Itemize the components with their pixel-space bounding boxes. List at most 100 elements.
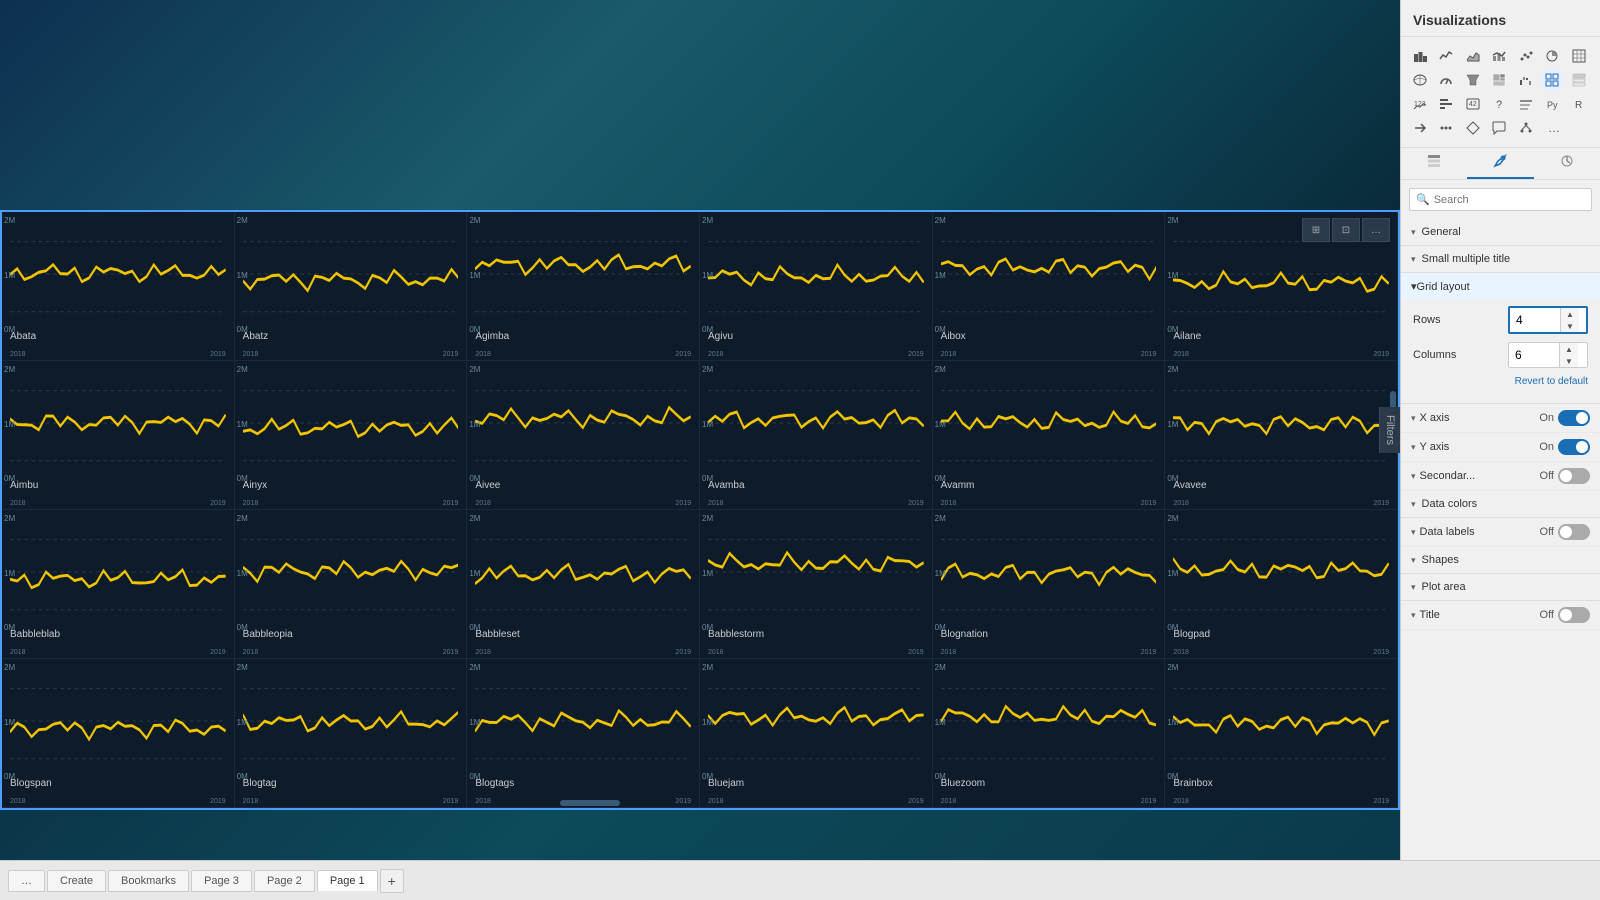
- tab-page3[interactable]: Page 3: [191, 870, 252, 892]
- chart-cell-title: Babbleset: [475, 629, 519, 640]
- chart-svg: [1173, 667, 1389, 775]
- small-multiples-wrapper: 2M 1M 0M Abata 2018 2019 2M 1M 0M Abatz: [0, 210, 1400, 810]
- viz-icon-kpi[interactable]: 123: [1409, 93, 1431, 115]
- tab-create[interactable]: Create: [47, 870, 106, 892]
- svg-text:?: ?: [1496, 99, 1502, 111]
- chart-svg: [243, 369, 459, 477]
- viz-icon-area[interactable]: [1462, 45, 1484, 67]
- viz-icon-more1[interactable]: [1409, 117, 1431, 139]
- viz-icon-smart-narrative[interactable]: [1515, 93, 1537, 115]
- search-box[interactable]: 🔍: [1409, 188, 1592, 211]
- secondary-label: Secondar...: [1420, 470, 1476, 482]
- y-axis-labels: 2M 1M 0M: [935, 663, 946, 781]
- chart-cell-title: Ailane: [1173, 331, 1201, 342]
- svg-text:…: …: [1548, 121, 1559, 135]
- y-axis-labels: 2M 1M 0M: [4, 365, 15, 483]
- shapes-header[interactable]: ▾ Shapes: [1401, 547, 1600, 573]
- data-colors-label: Data colors: [1422, 498, 1478, 510]
- plot-area-header[interactable]: ▾ Plot area: [1401, 574, 1600, 600]
- viz-icon-gauge[interactable]: [1435, 69, 1457, 91]
- secondary-toggle[interactable]: [1558, 468, 1590, 484]
- tab-bookmarks[interactable]: Bookmarks: [108, 870, 189, 892]
- columns-input[interactable]: [1509, 345, 1559, 365]
- chart-cell-title: Babbleblab: [10, 629, 60, 640]
- y-axis-labels: 2M 1M 0M: [1167, 216, 1178, 334]
- viz-icon-power-automate[interactable]: [1462, 117, 1484, 139]
- viz-icon-r[interactable]: R: [1568, 93, 1590, 115]
- columns-spinners: ▲ ▼: [1559, 343, 1578, 367]
- tab-ellipsis[interactable]: …: [8, 870, 45, 892]
- scroll-indicator-bottom[interactable]: [560, 800, 620, 806]
- y-axis-labels: 2M 1M 0M: [1167, 514, 1178, 632]
- more-btn[interactable]: …: [1362, 218, 1390, 242]
- rows-decrement[interactable]: ▼: [1561, 320, 1579, 332]
- y-axis-labels: 2M 1M 0M: [469, 663, 480, 781]
- revert-link[interactable]: Revert to default: [1413, 376, 1588, 393]
- tab-format[interactable]: [1467, 148, 1533, 179]
- viz-icon-qna[interactable]: ?: [1488, 93, 1510, 115]
- viz-icon-table[interactable]: [1568, 45, 1590, 67]
- viz-icon-speech-bubble[interactable]: [1488, 117, 1510, 139]
- chart-cell: 2M 1M 0M Avamm 2018 2019: [933, 361, 1166, 510]
- viz-icon-map[interactable]: [1409, 69, 1431, 91]
- tab-add[interactable]: +: [380, 869, 404, 893]
- secondary-value: Off: [1540, 470, 1554, 482]
- plot-area-label: Plot area: [1422, 581, 1466, 593]
- chart-svg: [941, 518, 1157, 626]
- viz-icon-slicer[interactable]: [1435, 93, 1457, 115]
- bottom-bar: … Create Bookmarks Page 3 Page 2 Page 1 …: [0, 860, 1600, 900]
- y-axis-labels: 2M 1M 0M: [935, 216, 946, 334]
- viz-icon-treemap[interactable]: [1488, 69, 1510, 91]
- grid-layout-header[interactable]: ▾ Grid layout: [1401, 273, 1600, 300]
- viz-icon-small-multiples[interactable]: [1541, 69, 1563, 91]
- viz-icon-line[interactable]: [1435, 45, 1457, 67]
- expand-btn[interactable]: ⊞: [1302, 218, 1330, 242]
- x-axis-labels: 2018 2019: [1173, 798, 1389, 805]
- viz-icon-card[interactable]: 42: [1462, 93, 1484, 115]
- data-labels-toggle[interactable]: [1558, 524, 1590, 540]
- viz-icon-stacked-bar[interactable]: [1409, 45, 1431, 67]
- tab-analytics[interactable]: [1534, 148, 1600, 179]
- general-header[interactable]: ▾ General: [1401, 219, 1600, 245]
- tab-page2[interactable]: Page 2: [254, 870, 315, 892]
- chart-svg: [243, 220, 459, 328]
- x-axis-labels: 2018 2019: [941, 798, 1157, 805]
- chart-cell-title: Babblestorm: [708, 629, 764, 640]
- search-input[interactable]: [1434, 194, 1585, 206]
- viz-icon-combo[interactable]: [1488, 45, 1510, 67]
- viz-icon-matrix[interactable]: [1568, 69, 1590, 91]
- chart-svg: [708, 518, 924, 626]
- focus-btn[interactable]: ⊡: [1332, 218, 1360, 242]
- rows-input[interactable]: [1510, 310, 1560, 330]
- viz-icon-scatter[interactable]: [1515, 45, 1537, 67]
- viz-icon-waterfall[interactable]: [1515, 69, 1537, 91]
- chart-cell-title: Aibox: [941, 331, 966, 342]
- chart-cell: 2M 1M 0M Babbleset 2018 2019: [467, 510, 700, 659]
- viz-icon-pie[interactable]: [1541, 45, 1563, 67]
- viz-icon-python[interactable]: Py: [1541, 93, 1563, 115]
- x-axis-labels: 2018 2019: [941, 500, 1157, 507]
- title-toggle[interactable]: [1558, 607, 1590, 623]
- y-axis-toggle[interactable]: [1558, 439, 1590, 455]
- chart-svg: [1173, 518, 1389, 626]
- chart-cell-title: Bluejam: [708, 778, 744, 789]
- data-colors-header[interactable]: ▾ Data colors: [1401, 491, 1600, 517]
- columns-decrement[interactable]: ▼: [1560, 355, 1578, 367]
- small-multiple-title-header[interactable]: ▾ Small multiple title: [1401, 246, 1600, 272]
- chart-svg: [941, 667, 1157, 775]
- shapes-label: Shapes: [1422, 554, 1459, 566]
- tab-fields[interactable]: [1401, 148, 1467, 179]
- rows-field-row: Rows ▲ ▼: [1413, 306, 1588, 334]
- viz-icon-funnel[interactable]: [1462, 69, 1484, 91]
- rows-increment[interactable]: ▲: [1561, 308, 1579, 320]
- chart-svg: [475, 369, 691, 477]
- viz-icon-more-dots[interactable]: …: [1541, 117, 1563, 139]
- viz-icon-more2[interactable]: [1435, 117, 1457, 139]
- tab-page1[interactable]: Page 1: [317, 870, 378, 891]
- viz-icon-decomp[interactable]: [1515, 117, 1537, 139]
- chart-cell-title: Bluezoom: [941, 778, 985, 789]
- viz-icons-grid: 123 42 ? Py R: [1409, 45, 1592, 139]
- columns-increment[interactable]: ▲: [1560, 343, 1578, 355]
- x-axis-toggle[interactable]: [1558, 410, 1590, 426]
- filters-tab[interactable]: Filters: [1379, 407, 1400, 453]
